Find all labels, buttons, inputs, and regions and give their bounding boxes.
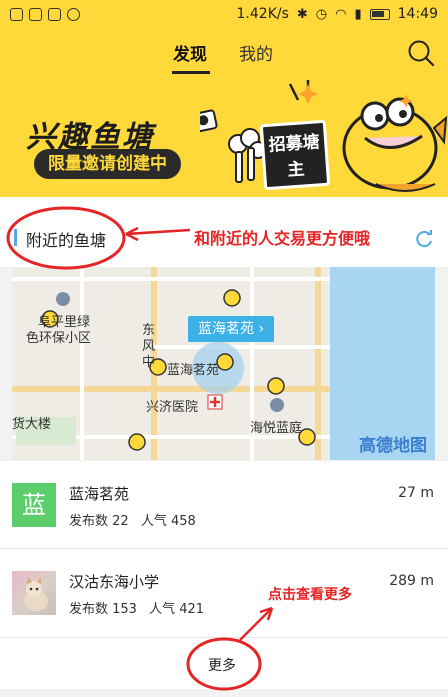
- cat-image: [24, 577, 48, 611]
- nearby-map[interactable]: 阜平里绿 色环保小区 东 风 中 蓝海茗苑 兴济医院 货大楼 海悦蓝庭 蓝海茗苑…: [12, 267, 435, 460]
- pond-list: 蓝 蓝海茗苑 发布数 22 人气 458 27 m 汉沽东海小学 发布数 153…: [0, 461, 448, 637]
- popularity: 人气 458: [140, 514, 196, 529]
- top-tabs: 发现 我的: [0, 36, 448, 76]
- list-item[interactable]: 汉沽东海小学 发布数 153 人气 421 289 m: [0, 549, 448, 637]
- pond-distance: 27 m: [398, 485, 434, 501]
- message-icon: [48, 7, 61, 21]
- map-label: 色环保小区: [26, 331, 92, 346]
- post-count: 发布数 153: [69, 602, 137, 617]
- pond-thumbnail-photo: [12, 571, 56, 615]
- pond-distance: 289 m: [389, 573, 434, 589]
- signal-icon: ▮: [354, 6, 362, 22]
- pond-stats: 发布数 22 人气 458: [69, 510, 204, 529]
- annotation-nearby: 和附近的人交易更方便哦: [194, 229, 371, 248]
- search-icon: [408, 40, 435, 67]
- refresh-icon[interactable]: [414, 229, 434, 249]
- more-row: 更多: [0, 637, 448, 689]
- pond-name: 汉沽东海小学: [69, 573, 160, 591]
- map-label: 海悦蓝庭: [250, 421, 303, 436]
- image-icon: [29, 7, 42, 21]
- bluetooth-icon: ✱: [296, 6, 308, 22]
- map-label: 中: [142, 355, 156, 370]
- app-icon: [67, 7, 80, 21]
- map-label: 货大楼: [12, 417, 52, 432]
- map-label: 蓝海茗苑: [167, 363, 220, 378]
- recruit-sign: 招募塘主: [259, 119, 331, 191]
- notification-icon: [10, 7, 23, 21]
- header-area: 1.42K/s ✱ ◷ ◠ ▮ 14:49 发现 我的 兴趣鱼塘 限量邀请创建中…: [0, 0, 448, 197]
- status-bar: 1.42K/s ✱ ◷ ◠ ▮ 14:49: [0, 0, 448, 28]
- banner-subtitle: 限量邀请创建中: [34, 149, 181, 179]
- pond-name: 蓝海茗苑: [69, 485, 130, 503]
- pond-thumbnail: 蓝: [12, 483, 56, 527]
- section-marker: [14, 229, 17, 246]
- map-label: 兴济医院: [146, 400, 199, 415]
- list-item[interactable]: 蓝 蓝海茗苑 发布数 22 人气 458 27 m: [0, 461, 448, 549]
- post-count: 发布数 22: [69, 514, 129, 529]
- popularity: 人气 421: [149, 602, 205, 617]
- bottom-spacer: [0, 689, 448, 697]
- network-speed: 1.42K/s: [236, 6, 289, 22]
- wifi-icon: ◠: [335, 6, 347, 22]
- battery-icon: [369, 8, 390, 20]
- clock: 14:49: [397, 6, 438, 22]
- search-button[interactable]: [406, 38, 436, 68]
- map-provider-logo: 高德地图: [359, 436, 427, 456]
- promo-banner[interactable]: 兴趣鱼塘 限量邀请创建中 招募塘主: [0, 76, 448, 197]
- tab-mine[interactable]: 我的: [239, 40, 273, 65]
- nearby-title: 附近的鱼塘: [26, 231, 107, 250]
- tab-found[interactable]: 发现: [173, 40, 207, 65]
- more-button[interactable]: 更多: [208, 655, 236, 675]
- pond-stats: 发布数 153 人气 421: [69, 598, 212, 617]
- annotation-more: 点击查看更多: [268, 587, 352, 603]
- alarm-icon: ◷: [315, 6, 328, 22]
- active-tab-indicator: [172, 71, 210, 74]
- map-callout[interactable]: 蓝海茗苑 ›: [188, 316, 275, 342]
